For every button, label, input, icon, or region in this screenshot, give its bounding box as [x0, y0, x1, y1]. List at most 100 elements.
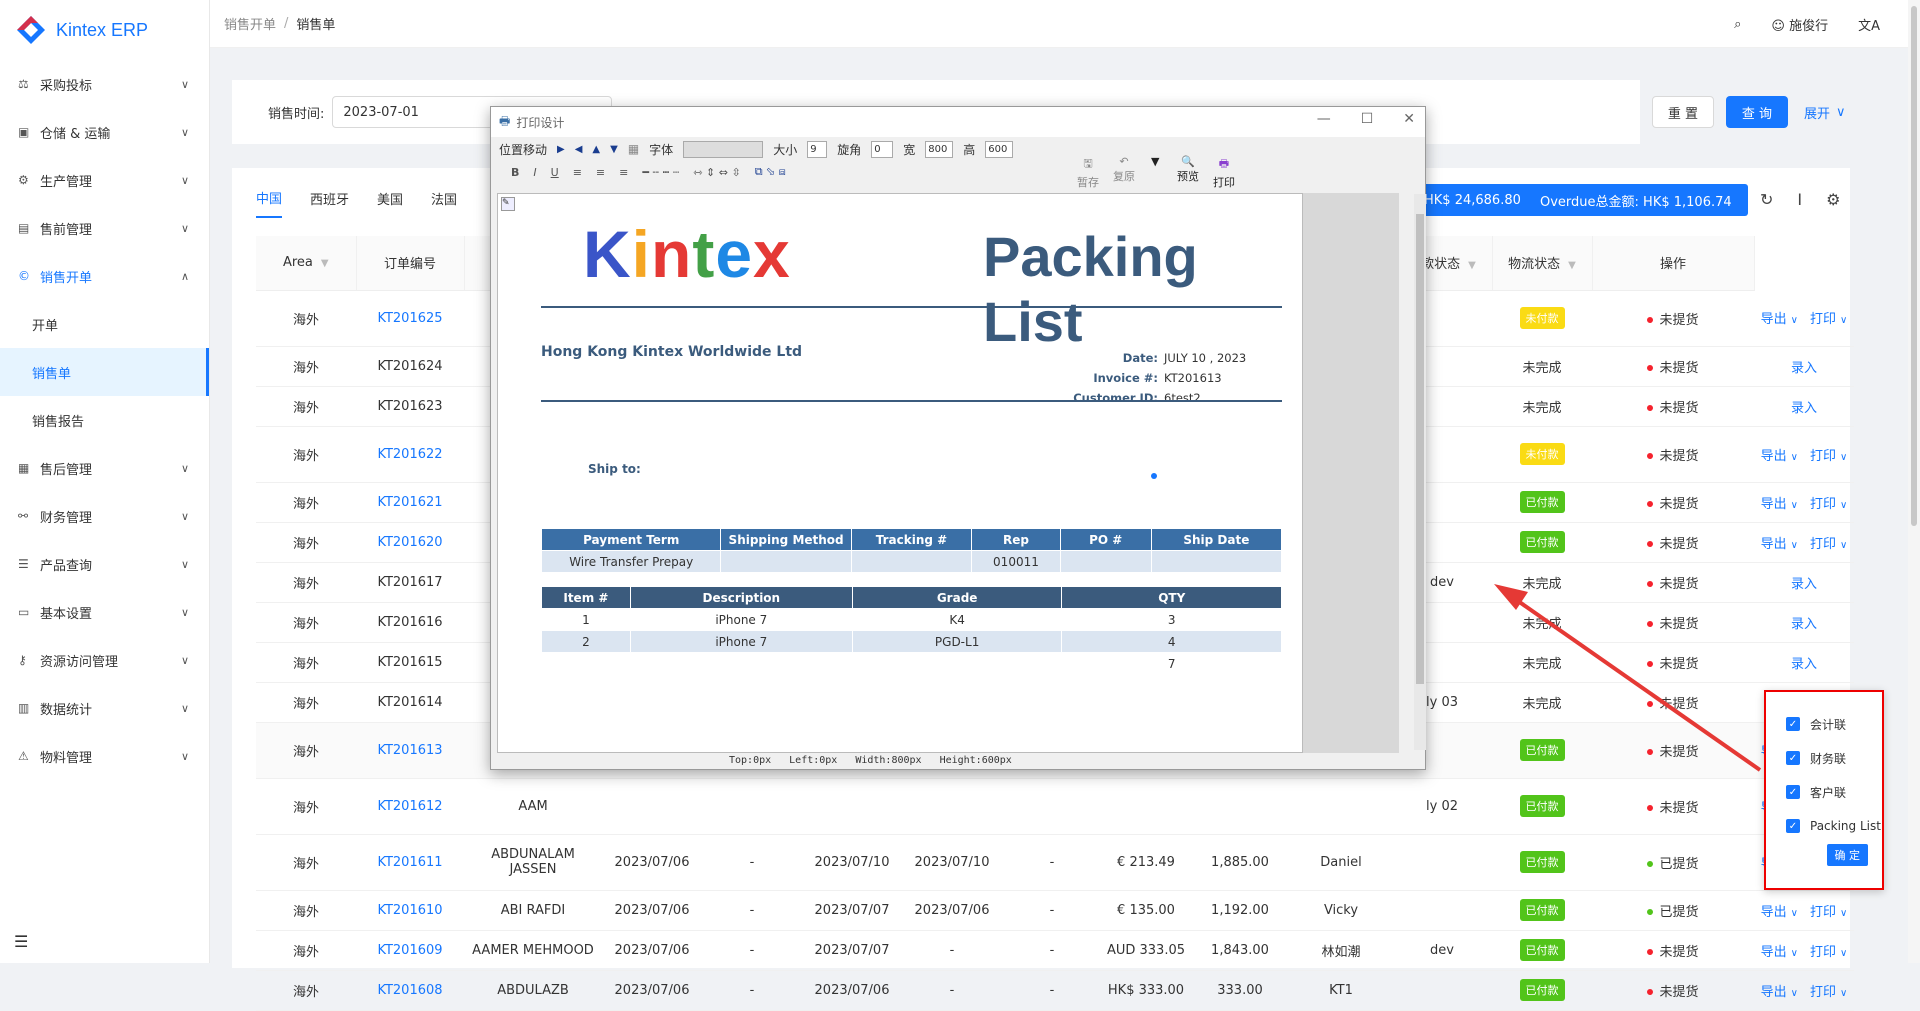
- sidebar-subitem-2[interactable]: 销售报告: [0, 396, 209, 444]
- tab-china[interactable]: 中国: [256, 178, 283, 218]
- print-canvas[interactable]: ✎ Kintex Packing List Hong Kong Kintex W…: [497, 193, 1303, 753]
- restore-dropdown-icon[interactable]: ▼: [1151, 155, 1159, 168]
- table-row[interactable]: 海外KT201612AAMly 02已付款未提货导出∨打印∨: [256, 778, 1854, 835]
- size-input[interactable]: 9: [807, 140, 828, 158]
- grid-icon[interactable]: ▦: [628, 142, 639, 156]
- align-center-icon[interactable]: ≡: [596, 166, 605, 179]
- export-dropdown[interactable]: 导出: [1761, 985, 1787, 1000]
- font-select[interactable]: [683, 140, 764, 158]
- sidebar-item-11[interactable]: ⚠ 物料管理 ∨: [0, 732, 209, 780]
- enter-link[interactable]: 录入: [1791, 401, 1817, 416]
- logo[interactable]: Kintex ERP: [0, 0, 209, 60]
- sidebar-subitem-1[interactable]: 销售单: [0, 348, 209, 396]
- search-icon[interactable]: ⌕: [1734, 17, 1741, 32]
- page-scrollbar[interactable]: [1908, 0, 1920, 963]
- enter-link[interactable]: 录入: [1791, 361, 1817, 376]
- height-input[interactable]: 600: [985, 140, 1014, 158]
- filter-icon[interactable]: ▼: [1468, 260, 1476, 271]
- print-dropdown[interactable]: 打印: [1810, 449, 1836, 464]
- maximize-icon[interactable]: ☐: [1361, 111, 1374, 127]
- dialog-titlebar[interactable]: 🖶 打印设计 — ☐ ✕: [491, 107, 1425, 137]
- cell-text[interactable]: KT201610: [377, 903, 442, 918]
- table-row[interactable]: 海外 KT201609 AAMER MEHMOOD 2023/07/06 - 2023/0…: [256, 930, 1854, 971]
- sidebar-item-4[interactable]: © 销售开单 ∧: [0, 252, 209, 300]
- save-draft-button[interactable]: 🖫 暂存: [1077, 155, 1099, 190]
- enter-link[interactable]: 录入: [1791, 577, 1817, 592]
- edit-marker-icon[interactable]: ✎: [501, 197, 515, 211]
- export-dropdown[interactable]: 导出: [1761, 497, 1787, 512]
- print-dropdown[interactable]: 打印: [1810, 497, 1836, 512]
- move-down-icon[interactable]: ▼: [610, 144, 618, 155]
- sidebar-subitem-0[interactable]: 开单: [0, 300, 209, 348]
- move-up-icon[interactable]: ▲: [592, 144, 600, 155]
- cell-text[interactable]: KT201621: [377, 495, 442, 510]
- copy-icon[interactable]: ⧉ ⬂ ⧈: [755, 165, 786, 179]
- settings-gear-icon[interactable]: ⚙: [1826, 190, 1840, 209]
- close-icon[interactable]: ✕: [1403, 111, 1415, 127]
- reset-button[interactable]: 重 置: [1652, 96, 1714, 128]
- print-dropdown[interactable]: 打印: [1810, 537, 1836, 552]
- sidebar-item-1[interactable]: ▣ 仓储 & 运输 ∨: [0, 108, 209, 156]
- table-row[interactable]: 海外 KT201610 ABI RAFDI 2023/07/06 - 2023/07/07…: [256, 890, 1854, 931]
- restore-button[interactable]: ↶ 复原: [1113, 155, 1135, 184]
- cell-text[interactable]: KT201608: [377, 983, 442, 998]
- collapse-menu-icon[interactable]: ☰: [14, 932, 28, 951]
- print-dropdown[interactable]: 打印: [1810, 312, 1836, 327]
- cell-text[interactable]: KT201611: [377, 855, 442, 870]
- print-option-2[interactable]: ✓ 客户联: [1766, 776, 1882, 808]
- minimize-icon[interactable]: —: [1317, 111, 1331, 127]
- enter-link[interactable]: 录入: [1791, 657, 1817, 672]
- column-header[interactable]: 操作: [1592, 236, 1755, 291]
- export-dropdown[interactable]: 导出: [1761, 312, 1787, 327]
- rotate-input[interactable]: 0: [871, 140, 894, 158]
- sidebar-item-7[interactable]: ☰ 产品查询 ∨: [0, 540, 209, 588]
- underline-icon[interactable]: U: [551, 166, 559, 179]
- cell-text[interactable]: KT201609: [377, 943, 442, 958]
- print-option-3[interactable]: ✓ Packing List: [1766, 810, 1882, 842]
- sidebar-item-6[interactable]: ⚯ 财务管理 ∨: [0, 492, 209, 540]
- sidebar-item-8[interactable]: ▭ 基本设置 ∨: [0, 588, 209, 636]
- cell-text[interactable]: KT201612: [377, 799, 442, 814]
- move-right-icon[interactable]: ▶: [557, 144, 565, 155]
- align-right-icon[interactable]: ≡: [619, 166, 628, 179]
- sidebar-item-5[interactable]: ▦ 售后管理 ∨: [0, 444, 209, 492]
- print-dropdown[interactable]: 打印: [1810, 985, 1836, 1000]
- filter-icon[interactable]: ▼: [321, 258, 329, 269]
- column-header[interactable]: 物流状态 ▼: [1492, 236, 1593, 291]
- preview-button[interactable]: 🔍 预览: [1177, 155, 1199, 184]
- width-input[interactable]: 800: [925, 140, 954, 158]
- spacing-icon[interactable]: ⇿ ⇕ ⇔ ⇳: [693, 166, 740, 179]
- sidebar-item-10[interactable]: ▥ 数据统计 ∨: [0, 684, 209, 732]
- export-dropdown[interactable]: 导出: [1761, 945, 1787, 960]
- confirm-button[interactable]: 确 定: [1826, 844, 1868, 866]
- export-dropdown[interactable]: 导出: [1761, 537, 1787, 552]
- column-header[interactable]: 订单编号: [356, 236, 465, 291]
- refresh-icon[interactable]: ↻: [1760, 190, 1773, 209]
- filter-icon[interactable]: ▼: [1568, 260, 1576, 271]
- cell-text[interactable]: KT201625: [377, 311, 442, 326]
- checkbox-checked-icon[interactable]: ✓: [1786, 751, 1800, 765]
- checkbox-checked-icon[interactable]: ✓: [1786, 717, 1800, 731]
- expand-filter-button[interactable]: 展开 ∨: [1804, 96, 1846, 128]
- sidebar-item-3[interactable]: ▤ 售前管理 ∨: [0, 204, 209, 252]
- export-dropdown[interactable]: 导出: [1761, 449, 1787, 464]
- user-menu[interactable]: ☺ 施俊行: [1771, 15, 1828, 34]
- checkbox-checked-icon[interactable]: ✓: [1786, 819, 1800, 833]
- export-dropdown[interactable]: 导出: [1761, 905, 1787, 920]
- print-dropdown[interactable]: 打印: [1810, 945, 1836, 960]
- align-left-icon[interactable]: ≡: [573, 166, 582, 179]
- resize-handle[interactable]: [1151, 473, 1157, 479]
- cell-text[interactable]: KT201620: [377, 535, 442, 550]
- print-option-1[interactable]: ✓ 财务联: [1766, 742, 1882, 774]
- cell-text[interactable]: KT201622: [377, 447, 442, 462]
- move-left-icon[interactable]: ◀: [575, 144, 583, 155]
- table-row[interactable]: 海外 KT201608 ABDULAZB 2023/07/06 - 2023/07/06 -…: [256, 970, 1854, 1011]
- print-dropdown[interactable]: 打印: [1810, 905, 1836, 920]
- bold-icon[interactable]: B: [511, 166, 519, 179]
- cell-text[interactable]: KT201613: [377, 743, 442, 758]
- checkbox-checked-icon[interactable]: ✓: [1786, 785, 1800, 799]
- sidebar-item-2[interactable]: ⚙ 生产管理 ∨: [0, 156, 209, 204]
- query-button[interactable]: 查 询: [1726, 96, 1788, 128]
- tab-france[interactable]: 法国: [431, 178, 457, 218]
- print-button[interactable]: 🖶 打印: [1213, 155, 1235, 190]
